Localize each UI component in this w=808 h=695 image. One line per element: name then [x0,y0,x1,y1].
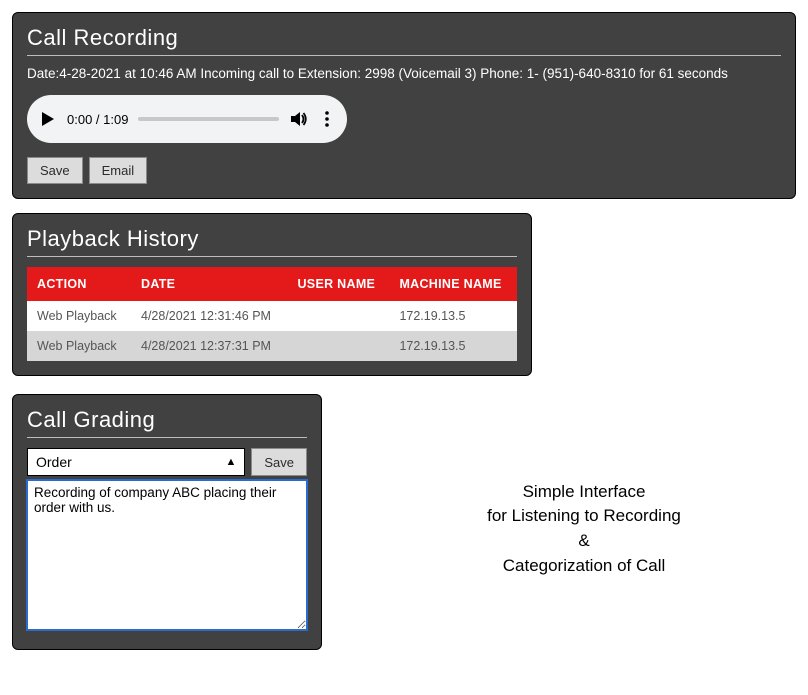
cell-user [287,301,389,331]
divider [27,437,307,438]
grading-notes-textarea[interactable] [27,480,307,630]
category-select[interactable]: Order ▲ [27,448,245,476]
caption-line: Simple Interface [372,480,796,505]
audio-time-label: 0:00 / 1:09 [67,112,128,127]
call-recording-panel: Call Recording Date:4-28-2021 at 10:46 A… [12,12,796,199]
email-button[interactable]: Email [89,157,148,184]
call-grading-panel: Call Grading Order ▲ Save [12,394,322,650]
audio-progress-track[interactable] [138,117,279,121]
marketing-caption: Simple Interface for Listening to Record… [372,480,796,579]
call-recording-title: Call Recording [27,25,781,51]
save-button[interactable]: Save [27,157,83,184]
play-icon[interactable] [39,110,57,128]
table-row: Web Playback4/28/2021 12:31:46 PM 172.19.… [27,301,517,331]
col-user: USER NAME [287,267,389,301]
audio-player[interactable]: 0:00 / 1:09 [27,95,347,143]
bottom-row: Call Grading Order ▲ Save Simple Interfa… [12,394,796,664]
col-action: ACTION [27,267,131,301]
playback-history-panel: Playback History ACTION DATE USER NAME M… [12,213,532,376]
caption-line: & [372,529,796,554]
recording-details: Date:4-28-2021 at 10:46 AM Incoming call… [27,66,781,81]
cell-machine: 172.19.13.5 [389,301,517,331]
col-date: DATE [131,267,287,301]
caption-line: for Listening to Recording [372,504,796,529]
cell-action: Web Playback [27,331,131,361]
chevron-up-icon: ▲ [225,456,236,468]
cell-date: 4/28/2021 12:31:46 PM [131,301,287,331]
grading-controls-row: Order ▲ Save [27,448,307,476]
table-row: Web Playback4/28/2021 12:37:31 PM 172.19.… [27,331,517,361]
table-header-row: ACTION DATE USER NAME MACHINE NAME [27,267,517,301]
playback-history-title: Playback History [27,226,517,252]
cell-machine: 172.19.13.5 [389,331,517,361]
cell-date: 4/28/2021 12:37:31 PM [131,331,287,361]
call-grading-title: Call Grading [27,407,307,433]
caption-line: Categorization of Call [372,554,796,579]
cell-user [287,331,389,361]
col-machine: MACHINE NAME [389,267,517,301]
cell-action: Web Playback [27,301,131,331]
grading-save-button[interactable]: Save [251,448,307,476]
playback-history-table: ACTION DATE USER NAME MACHINE NAME Web P… [27,267,517,361]
volume-icon[interactable] [289,109,309,129]
more-options-icon[interactable] [319,110,335,128]
divider [27,256,517,257]
category-selected-label: Order [36,454,72,470]
recording-button-row: Save Email [27,157,781,184]
divider [27,55,781,56]
